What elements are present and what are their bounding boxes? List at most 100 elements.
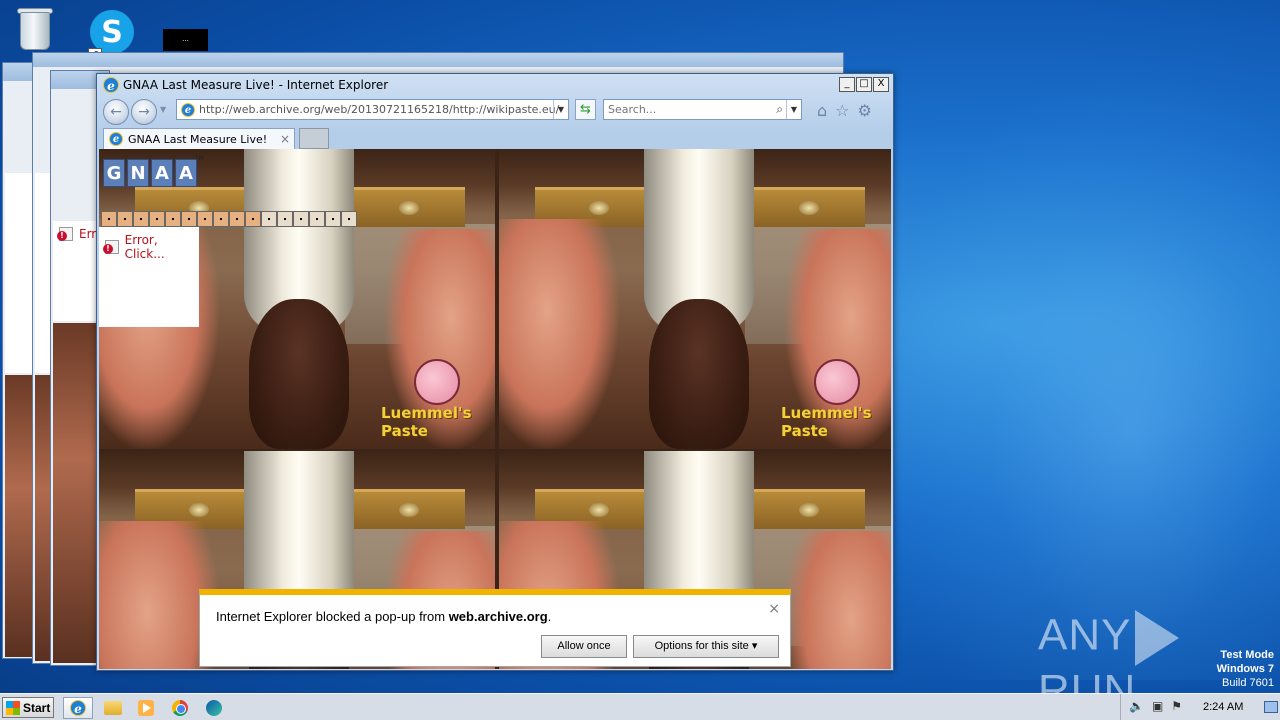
folder-icon xyxy=(104,701,122,715)
taskbar-chrome[interactable] xyxy=(165,697,195,719)
refresh-icon[interactable]: ⇆ xyxy=(575,99,596,120)
background-window-3-content: Err xyxy=(53,221,99,321)
minimize-button[interactable]: _ xyxy=(839,77,855,92)
error-icon xyxy=(103,240,119,254)
test-mode-text: Test Mode xyxy=(1220,649,1274,661)
plate-hole xyxy=(799,201,819,215)
title-bar[interactable]: e GNAA Last Measure Live! - Internet Exp… xyxy=(97,74,893,96)
broken-image-icon xyxy=(181,211,197,227)
skype-icon[interactable]: S ↗ xyxy=(88,8,136,62)
search-dropdown-icon[interactable]: ▼ xyxy=(786,100,801,119)
allow-once-button[interactable]: Allow once xyxy=(541,635,627,658)
mascot-caption: Luemmel's Paste xyxy=(781,404,872,440)
search-icon[interactable]: ⌕ xyxy=(776,102,783,117)
broken-image-icon xyxy=(325,211,341,227)
dark-shape xyxy=(249,299,349,449)
action-center-flag-icon[interactable]: ⚑ xyxy=(1171,699,1182,713)
taskbar-edge[interactable] xyxy=(199,697,229,719)
search-box[interactable]: ⌕ ▼ xyxy=(603,99,802,120)
error-link[interactable]: Error, Click... xyxy=(99,227,199,261)
popup-message: Internet Explorer blocked a pop-up from … xyxy=(216,609,551,624)
plate-hole xyxy=(799,503,819,517)
broken-image-icon xyxy=(261,211,277,227)
popup-close-icon[interactable]: × xyxy=(768,601,780,617)
taskbar-internet-explorer[interactable]: e xyxy=(63,697,93,719)
broken-image-strip xyxy=(101,211,357,227)
show-desktop-icon[interactable] xyxy=(1264,701,1278,713)
error-text[interactable]: Error, Click... xyxy=(125,233,199,261)
command-icons: ⌂ ☆ ⚙ xyxy=(817,101,872,120)
plate-hole xyxy=(589,201,609,215)
window-controls: _ □ X xyxy=(839,77,889,92)
address-dropdown-icon[interactable]: ▼ xyxy=(553,100,568,119)
tab-bar: e GNAA Last Measure Live! × xyxy=(97,128,893,149)
tray-icons: 🔈 ▣ ⚑ xyxy=(1129,699,1182,713)
volume-icon[interactable]: 🔈 xyxy=(1129,699,1144,713)
logo-letter: A xyxy=(175,159,197,187)
broken-image-icon xyxy=(309,211,325,227)
navigation-bar: ← → ▼ e http://web.archive.org/web/20130… xyxy=(97,96,893,128)
search-input[interactable] xyxy=(608,103,768,116)
back-arrow-icon[interactable]: ← xyxy=(103,99,129,125)
network-icon[interactable]: ▣ xyxy=(1152,699,1163,713)
recycle-bin-icon[interactable] xyxy=(14,4,58,54)
start-button[interactable]: Start xyxy=(2,697,54,718)
broken-image-icon xyxy=(293,211,309,227)
popup-message-site: web.archive.org xyxy=(448,609,548,624)
anyrun-left: ANY xyxy=(1038,610,1132,660)
options-for-site-button[interactable]: Options for this site ▾ xyxy=(633,635,779,658)
logo-letter: N xyxy=(127,159,149,187)
tab-close-icon[interactable]: × xyxy=(280,132,290,146)
media-player-icon xyxy=(138,700,154,716)
popup-message-prefix: Internet Explorer blocked a pop-up from xyxy=(216,609,449,624)
window-title: GNAA Last Measure Live! - Internet Explo… xyxy=(123,78,389,92)
skin-left xyxy=(499,219,619,449)
address-text[interactable]: http://web.archive.org/web/2013072116521… xyxy=(199,103,559,116)
home-icon[interactable]: ⌂ xyxy=(817,101,827,120)
favorites-star-icon[interactable]: ☆ xyxy=(835,101,849,120)
history-dropdown-icon[interactable]: ▼ xyxy=(160,105,166,114)
page-ie-icon: e xyxy=(181,102,195,117)
black-app-icon[interactable]: ... xyxy=(163,29,208,51)
background-window-3-image xyxy=(53,323,99,663)
broken-image-icon xyxy=(101,211,117,227)
taskbar-file-explorer[interactable] xyxy=(98,697,128,719)
ie-window[interactable]: e GNAA Last Measure Live! - Internet Exp… xyxy=(96,73,894,671)
os-text: Windows 7 xyxy=(1216,663,1274,675)
mascot-caption: Luemmel's Paste xyxy=(381,404,472,440)
gnaa-logo: G N A A xyxy=(103,159,197,187)
tab-gnaa[interactable]: e GNAA Last Measure Live! × xyxy=(103,128,295,149)
forward-arrow-icon[interactable]: → xyxy=(131,99,157,125)
maximize-button[interactable]: □ xyxy=(856,77,872,92)
wallpaper-glow xyxy=(880,60,1280,680)
plate-hole xyxy=(399,201,419,215)
internet-explorer-icon: e xyxy=(70,700,86,716)
broken-image-icon xyxy=(213,211,229,227)
taskbar-media-player[interactable] xyxy=(131,697,161,719)
edge-icon xyxy=(206,700,222,716)
popup-message-suffix: . xyxy=(547,609,552,624)
popup-blocked-notification: Internet Explorer blocked a pop-up from … xyxy=(199,589,791,667)
broken-image-icon xyxy=(277,211,293,227)
bin-body xyxy=(20,12,50,50)
broken-image-icon xyxy=(149,211,165,227)
dark-shape xyxy=(649,299,749,449)
broken-image-icon xyxy=(117,211,133,227)
clock[interactable]: 2:24 AM xyxy=(1203,701,1243,713)
taskbar: Start e 🔈 ▣ ⚑ 2:24 AM xyxy=(0,693,1280,720)
address-bar[interactable]: e http://web.archive.org/web/20130721165… xyxy=(176,99,569,120)
settings-gear-icon[interactable]: ⚙ xyxy=(858,101,872,120)
tab-ie-icon: e xyxy=(109,132,123,146)
plate-hole xyxy=(589,503,609,517)
new-tab-button[interactable] xyxy=(299,128,329,149)
broken-image-icon xyxy=(229,211,245,227)
close-button[interactable]: X xyxy=(873,77,889,92)
logo-letter: G xyxy=(103,159,125,187)
plate-hole xyxy=(399,503,419,517)
broken-image-icon xyxy=(197,211,213,227)
start-label: Start xyxy=(23,700,51,715)
internet-explorer-icon: e xyxy=(103,77,119,93)
background-window-2-titlebar xyxy=(33,53,843,67)
logo-trademark: TM xyxy=(195,155,204,162)
windows-logo-icon xyxy=(6,700,20,715)
